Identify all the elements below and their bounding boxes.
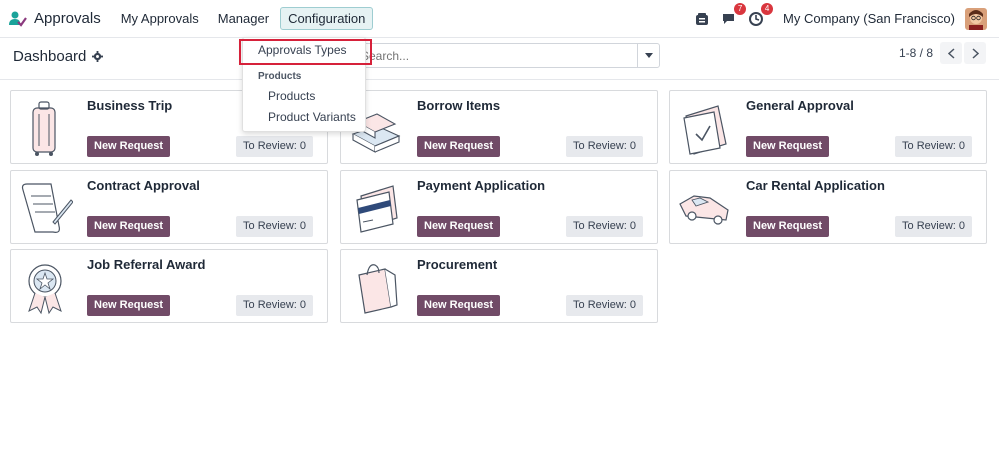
navbar-systray: 7 4 My Company (San Francisco)	[684, 2, 987, 30]
breadcrumb-dashboard: Dashboard	[13, 48, 87, 65]
company-switcher[interactable]: My Company (San Francisco)	[783, 11, 955, 26]
card-contract-approval[interactable]: Contract Approval New Request To Review:…	[10, 170, 328, 244]
menu-manager[interactable]: Manager	[210, 7, 277, 30]
menu-products[interactable]: Products	[268, 89, 315, 103]
gear-icon[interactable]	[92, 51, 104, 62]
caret-down-icon	[644, 53, 653, 58]
phone-icon[interactable]	[693, 10, 711, 28]
card-general-approval[interactable]: General Approval New Request To Review: …	[669, 90, 987, 164]
messages-icon[interactable]: 7	[720, 2, 747, 28]
activities-clock-icon[interactable]: 4	[747, 2, 774, 28]
search-options-toggle[interactable]	[637, 43, 660, 68]
products-section-header: Products	[258, 71, 302, 82]
chevron-right-icon	[971, 47, 979, 59]
new-request-button[interactable]: New Request	[87, 136, 171, 157]
card-borrow-items[interactable]: Borrow Items New Request To Review: 0	[340, 90, 658, 164]
menu-configuration[interactable]: Configuration	[280, 7, 374, 30]
card-title: Payment Application	[417, 178, 546, 193]
shopping-bag-illustration	[358, 264, 398, 314]
highlight-box	[239, 39, 372, 65]
page-title: Dashboard	[13, 48, 104, 65]
card-job-referral-award[interactable]: Job Referral Award New Request To Review…	[10, 249, 328, 323]
brand[interactable]: Approvals	[9, 10, 101, 28]
luggage-illustration	[32, 101, 56, 156]
to-review-button[interactable]: To Review: 0	[895, 136, 972, 157]
app-title: Approvals	[34, 10, 101, 27]
award-medal-illustration	[28, 264, 62, 315]
new-request-button[interactable]: New Request	[417, 136, 501, 157]
car-illustration	[679, 195, 729, 225]
messages-badge: 7	[734, 2, 747, 15]
search-bar	[352, 43, 638, 68]
card-procurement[interactable]: Procurement New Request To Review: 0	[340, 249, 658, 323]
to-review-button[interactable]: To Review: 0	[566, 295, 643, 316]
to-review-button[interactable]: To Review: 0	[236, 216, 313, 237]
pager-next-button[interactable]	[964, 42, 986, 64]
card-title: Procurement	[417, 257, 498, 272]
new-request-button[interactable]: New Request	[417, 216, 501, 237]
card-title: Borrow Items	[417, 98, 501, 113]
pager-previous-button[interactable]	[940, 42, 962, 64]
to-review-button[interactable]: To Review: 0	[236, 295, 313, 316]
card-payment-application[interactable]: Payment Application New Request To Revie…	[340, 170, 658, 244]
top-navbar: Approvals My Approvals Manager Configura…	[0, 0, 999, 38]
to-review-button[interactable]: To Review: 0	[895, 216, 972, 237]
user-avatar[interactable]	[965, 7, 987, 30]
card-car-rental-application[interactable]: Car Rental Application New Request To Re…	[669, 170, 987, 244]
contract-pen-illustration	[21, 183, 73, 233]
credit-card-illustration	[356, 185, 398, 233]
activities-badge: 4	[761, 2, 774, 15]
pager-value[interactable]: 1-8 / 8	[899, 46, 933, 60]
card-title: Contract Approval	[87, 178, 200, 193]
approvals-app-icon	[9, 11, 27, 27]
new-request-button[interactable]: New Request	[87, 295, 171, 316]
to-review-button[interactable]: To Review: 0	[566, 136, 643, 157]
to-review-button[interactable]: To Review: 0	[566, 216, 643, 237]
to-review-button[interactable]: To Review: 0	[236, 136, 313, 157]
new-request-button[interactable]: New Request	[746, 136, 830, 157]
menu-product-variants[interactable]: Product Variants	[268, 110, 356, 124]
card-title: Business Trip	[87, 98, 173, 113]
main-menu: My Approvals Manager Configuration	[113, 7, 377, 30]
folder-checkmark-illustration	[683, 105, 727, 155]
card-title: General Approval	[746, 98, 854, 113]
card-title: Job Referral Award	[87, 257, 206, 272]
card-title: Car Rental Application	[746, 178, 885, 193]
search-input[interactable]	[353, 44, 638, 67]
chevron-left-icon	[947, 47, 955, 59]
menu-my-approvals[interactable]: My Approvals	[113, 7, 207, 30]
new-request-button[interactable]: New Request	[746, 216, 830, 237]
control-panel: Dashboard 1-8 / 8	[0, 38, 999, 80]
new-request-button[interactable]: New Request	[417, 295, 501, 316]
new-request-button[interactable]: New Request	[87, 216, 171, 237]
